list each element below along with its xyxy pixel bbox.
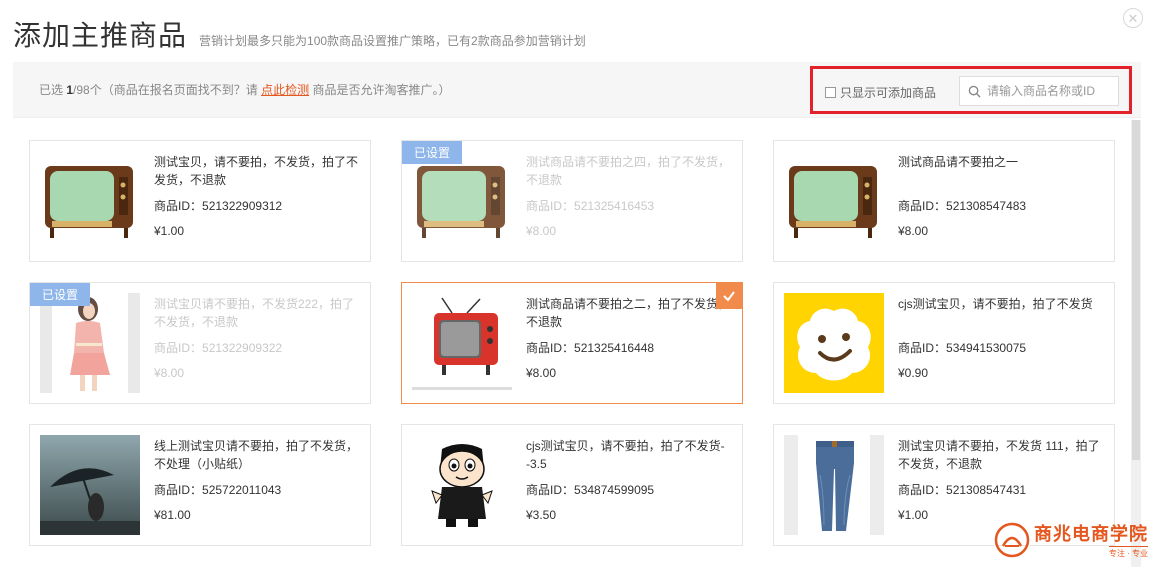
dialog-header: 添加主推商品 营销计划最多只能为100款商品设置推广策略，已有2款商品参加营销计…: [13, 14, 586, 54]
product-id-label: 商品ID：: [526, 199, 575, 213]
product-name: 测试宝贝，请不要拍，不发货，拍了不发货，不退款: [154, 155, 359, 187]
product-id-value: 534874599095: [574, 483, 655, 497]
product-id-value: 521308547431: [946, 483, 1027, 497]
product-image: [784, 151, 884, 251]
product-name: 测试商品请不要拍之一: [898, 155, 1019, 169]
product-info: cjs测试宝贝，请不要拍，拍了不发货--3.5 商品ID：534874599095…: [526, 437, 736, 522]
product-info: 测试宝贝，请不要拍，不发货，拍了不发货，不退款商品ID：521322909312…: [154, 153, 364, 238]
product-image: [412, 151, 512, 251]
product-image: [40, 435, 140, 535]
product-id: 商品ID：521325416453: [526, 197, 736, 214]
product-id: 商品ID：534874599095: [526, 481, 736, 498]
product-info: 测试宝贝请不要拍，不发货 111，拍了不发货，不退款商品ID：521308547…: [898, 437, 1108, 522]
product-card[interactable]: cjs测试宝贝，请不要拍，拍了不发货 商品ID：534941530075 ¥0.90: [773, 282, 1115, 404]
product-image: [784, 435, 884, 535]
selected-total: /98个: [73, 83, 102, 97]
search-input[interactable]: [987, 84, 1107, 98]
product-card[interactable]: 测试宝贝，请不要拍，不发货，拍了不发货，不退款商品ID：521322909312…: [29, 140, 371, 262]
product-id-label: 商品ID：: [154, 483, 203, 497]
product-id-label: 商品ID：: [526, 483, 575, 497]
product-name: 测试宝贝请不要拍，不发货222，拍了不发货，不退款: [154, 297, 355, 329]
product-price: ¥3.50: [526, 508, 557, 522]
product-image: [40, 151, 140, 251]
product-id: 商品ID：534941530075: [898, 339, 1108, 356]
product-info: 线上测试宝贝请不要拍，拍了不发货，不处理（小贴纸） 商品ID：5257220110…: [154, 437, 364, 522]
filter-highlight-box: 只显示可添加商品: [810, 66, 1132, 114]
brand-name: 商兆电商学院: [1034, 524, 1148, 545]
product-name: cjs测试宝贝，请不要拍，拍了不发货--3.5: [526, 439, 725, 471]
product-price: ¥8.00: [526, 224, 557, 238]
product-id: 商品ID：521308547483: [898, 197, 1108, 214]
search-icon: [968, 85, 981, 98]
product-id-label: 商品ID：: [526, 341, 575, 355]
product-id: 商品ID：521308547431: [898, 481, 1108, 498]
set-badge: 已设置: [402, 141, 463, 164]
product-name: 测试商品请不要拍之二，拍了不发货，不退款: [526, 297, 731, 329]
product-id-label: 商品ID：: [898, 341, 947, 355]
search-box[interactable]: [959, 76, 1119, 106]
product-id-value: 534941530075: [946, 341, 1027, 355]
product-name: 测试商品请不要拍之四，拍了不发货，不退款: [526, 155, 731, 187]
product-id-value: 521325416448: [574, 341, 655, 355]
set-badge: 已设置: [30, 283, 91, 306]
product-image: [412, 435, 512, 535]
product-card: 已设置测试宝贝请不要拍，不发货222，拍了不发货，不退款商品ID：5213229…: [29, 282, 371, 404]
product-card: 已设置测试商品请不要拍之四，拍了不发货，不退款商品ID：521325416453…: [401, 140, 743, 262]
product-id-value: 521308547483: [946, 199, 1027, 213]
product-card[interactable]: 线上测试宝贝请不要拍，拍了不发货，不处理（小贴纸） 商品ID：5257220110…: [29, 424, 371, 546]
product-name: cjs测试宝贝，请不要拍，拍了不发货: [898, 297, 1093, 311]
product-image: [412, 293, 512, 393]
check-link[interactable]: 点此检测: [261, 83, 309, 97]
product-id-value: 525722011043: [202, 483, 282, 497]
product-id-label: 商品ID：: [898, 199, 947, 213]
dialog-title: 添加主推商品: [13, 20, 188, 51]
product-image: [40, 293, 140, 393]
product-card[interactable]: 测试商品请不要拍之二，拍了不发货，不退款商品ID：521325416448 ¥8.…: [401, 282, 743, 404]
hint-after: 商品是否允许淘客推广。）: [312, 83, 451, 97]
product-id: 商品ID：521322909312: [154, 197, 364, 214]
scroll-thumb[interactable]: [1132, 120, 1140, 460]
product-image: [784, 293, 884, 393]
product-id: 商品ID：521325416448: [526, 339, 736, 356]
selected-check-icon[interactable]: [716, 283, 742, 309]
selected-prefix: 已选: [39, 83, 64, 97]
brand-logo-icon: [994, 522, 1030, 557]
product-name: 测试宝贝请不要拍，不发货 111，拍了不发货，不退款: [898, 439, 1100, 471]
dialog-subtitle: 营销计划最多只能为100款商品设置推广策略，已有2款商品参加营销计划: [199, 34, 586, 48]
product-card[interactable]: cjs测试宝贝，请不要拍，拍了不发货--3.5 商品ID：534874599095…: [401, 424, 743, 546]
product-id: 商品ID：525722011043: [154, 481, 364, 498]
only-addable-checkbox[interactable]: 只显示可添加商品: [825, 84, 936, 101]
product-id-value: 521322909322: [202, 341, 283, 355]
brand-tagline: 专注 · 专业: [1108, 546, 1148, 559]
product-id-label: 商品ID：: [154, 199, 203, 213]
brand-watermark: 商兆电商学院 专注 · 专业: [994, 520, 1148, 559]
hint-before: （商品在报名页面找不到？请: [101, 83, 258, 97]
product-card[interactable]: 测试商品请不要拍之一 商品ID：521308547483 ¥8.00: [773, 140, 1115, 262]
product-id-value: 521325416453: [574, 199, 655, 213]
product-price: ¥8.00: [526, 366, 557, 380]
product-id-label: 商品ID：: [154, 341, 203, 355]
product-grid: 测试宝贝，请不要拍，不发货，拍了不发货，不退款 商品ID：521322909312…: [13, 120, 1131, 567]
product-price: ¥0.90: [898, 366, 929, 380]
product-name: 线上测试宝贝请不要拍，拍了不发货，不处理（小贴纸）: [154, 439, 359, 471]
product-info: 测试商品请不要拍之四，拍了不发货，不退款商品ID：521325416453 ¥8.…: [526, 153, 736, 238]
product-id-value: 521322909312: [202, 199, 283, 213]
product-price: ¥81.00: [154, 508, 191, 522]
product-id: 商品ID：521322909322: [154, 339, 364, 356]
product-info: 测试宝贝请不要拍，不发货222，拍了不发货，不退款商品ID：5213229093…: [154, 295, 364, 380]
only-addable-label: 只显示可添加商品: [840, 86, 937, 100]
product-info: cjs测试宝贝，请不要拍，拍了不发货 商品ID：534941530075 ¥0.90: [898, 295, 1108, 380]
product-price: ¥1.00: [154, 224, 185, 238]
checkbox-box[interactable]: [825, 87, 836, 98]
scrollbar[interactable]: [1131, 120, 1141, 567]
product-info: 测试商品请不要拍之二，拍了不发货，不退款商品ID：521325416448 ¥8.…: [526, 295, 736, 380]
close-icon[interactable]: ✕: [1123, 8, 1143, 28]
toolbar: 已选 1/98个（商品在报名页面找不到？请 点此检测 商品是否允许淘客推广。） …: [13, 62, 1141, 118]
selected-info: 已选 1/98个（商品在报名页面找不到？请 点此检测 商品是否允许淘客推广。）: [39, 81, 450, 98]
product-price: ¥8.00: [898, 224, 929, 238]
product-price: ¥8.00: [154, 366, 185, 380]
product-info: 测试商品请不要拍之一 商品ID：521308547483 ¥8.00: [898, 153, 1108, 238]
product-id-label: 商品ID：: [898, 483, 947, 497]
